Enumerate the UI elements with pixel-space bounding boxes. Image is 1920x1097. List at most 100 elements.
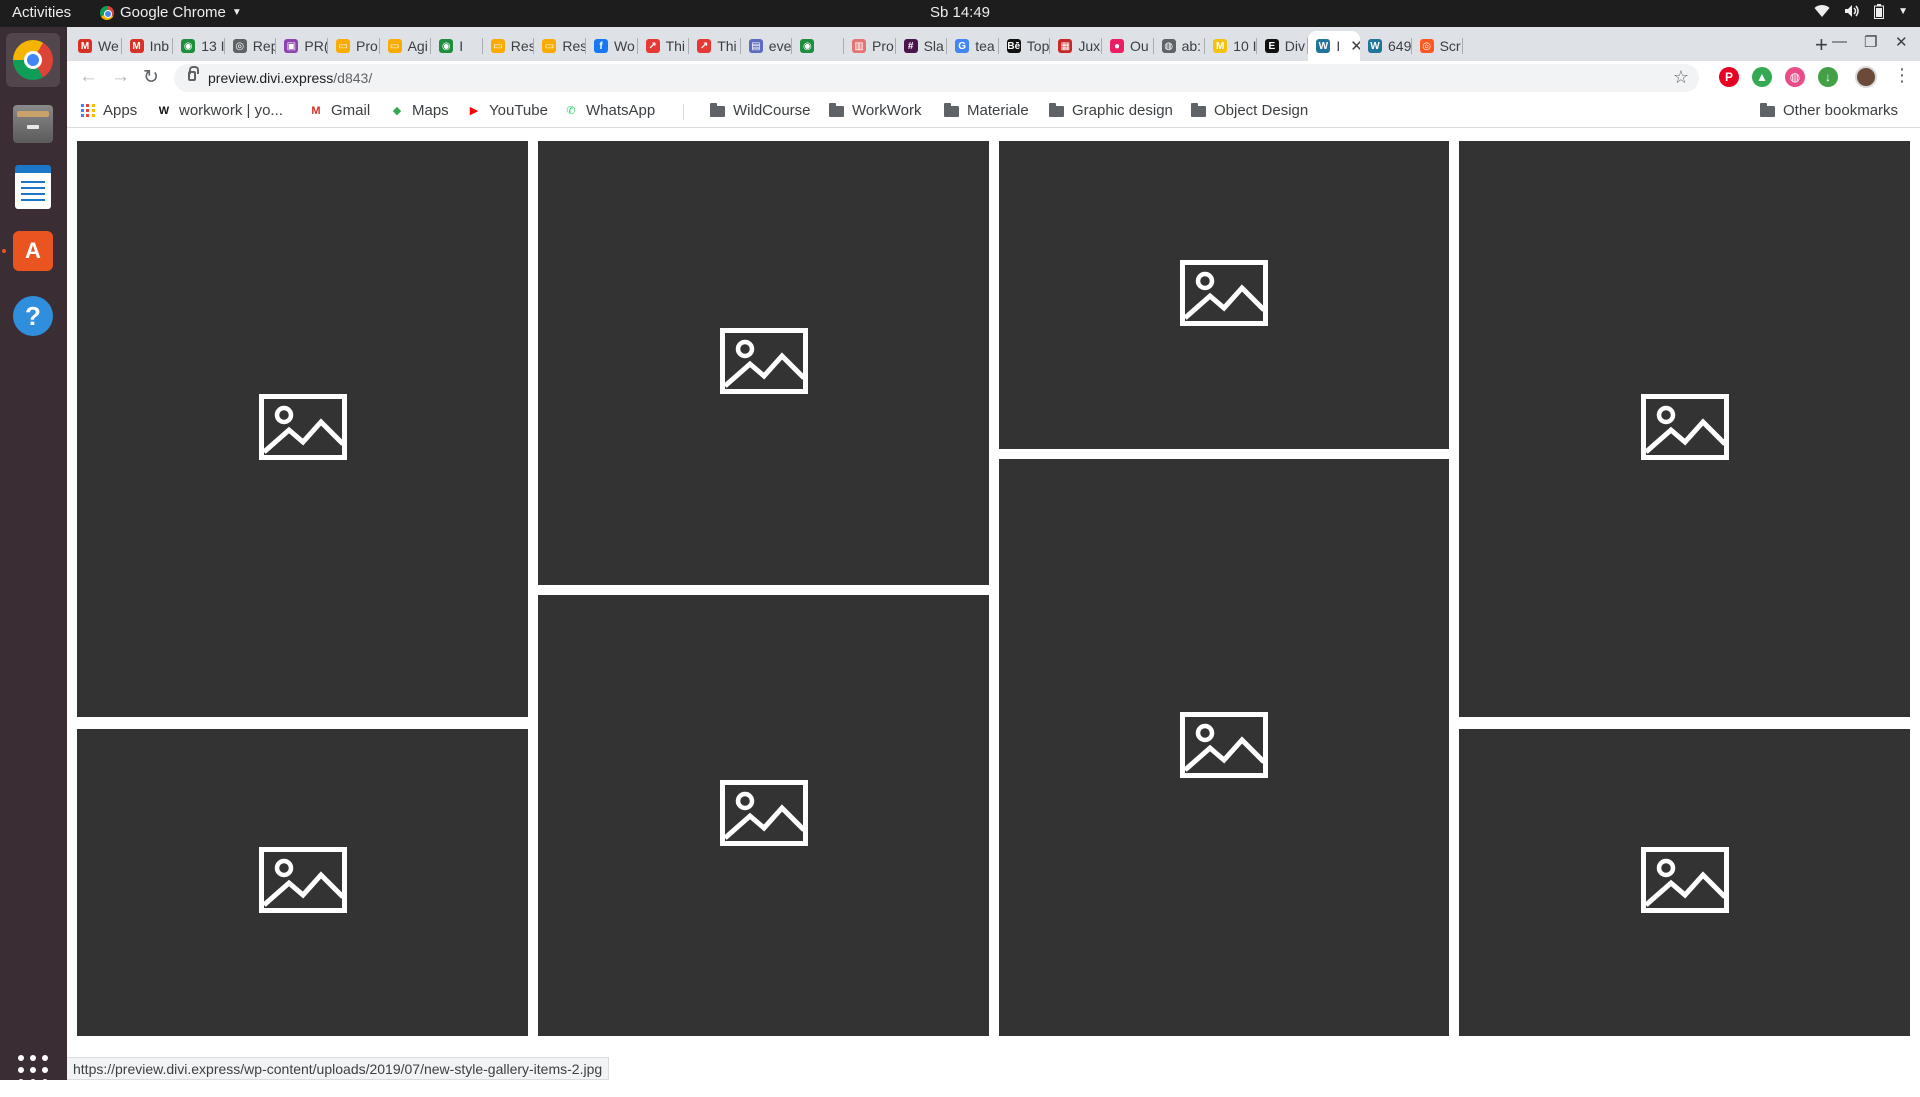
browser-tab[interactable]: ▥ Pro	[844, 31, 896, 61]
writer-icon	[15, 165, 51, 209]
gallery-item[interactable]	[538, 141, 989, 585]
bookmark-folder[interactable]: WorkWork	[829, 102, 921, 119]
bookmark-item[interactable]: ▶ YouTube	[467, 102, 548, 119]
other-bookmarks[interactable]: Other bookmarks	[1760, 102, 1898, 119]
browser-tab[interactable]: ▭ Res	[483, 31, 535, 61]
gallery-item[interactable]	[77, 729, 528, 1036]
system-tray[interactable]: ▼	[1814, 4, 1908, 22]
browser-tab[interactable]: Gtea	[947, 31, 999, 61]
tab-favicon-icon: ▭	[387, 39, 402, 53]
folder-icon	[1191, 103, 1206, 117]
tab-label: Thi	[717, 38, 737, 54]
tab-label: eve	[768, 38, 792, 54]
browser-tab[interactable]: ◎ Scr	[1412, 31, 1464, 61]
tab-label: Sla	[923, 38, 944, 54]
browser-tab[interactable]: ◉ 13 I	[173, 31, 225, 61]
dribbble-extension-icon[interactable]: ◍	[1785, 67, 1805, 87]
chrome-small-icon	[100, 5, 114, 20]
close-window-button[interactable]: ✕	[1895, 33, 1908, 51]
browser-tab[interactable]: ↗ Thi	[689, 31, 741, 61]
reload-button[interactable]: ↻	[143, 66, 159, 89]
tab-close-icon[interactable]: ✕	[1350, 37, 1360, 55]
browser-tab[interactable]: ▭ Res	[534, 31, 586, 61]
browser-tab[interactable]: ▭ Agi	[380, 31, 432, 61]
browser-tab[interactable]: # Sla	[896, 31, 948, 61]
dock-writer[interactable]	[6, 160, 60, 214]
clock[interactable]: Sb 14:49	[0, 4, 1920, 21]
bookmark-folder[interactable]: Graphic design	[1049, 102, 1173, 119]
gallery-item[interactable]	[1459, 729, 1910, 1036]
bookmark-folder[interactable]: WildCourse	[710, 102, 811, 119]
dock-software[interactable]: A	[6, 224, 60, 278]
tab-favicon-icon: ▭	[542, 39, 557, 53]
tab-favicon-icon: ◍	[1161, 39, 1176, 53]
browser-tab[interactable]: ▦ Jux	[1050, 31, 1102, 61]
browser-tab[interactable]: f Wo	[586, 31, 638, 61]
browser-tab[interactable]: ▭ Pro	[328, 31, 380, 61]
minimize-button[interactable]: —	[1832, 33, 1847, 50]
browser-tab[interactable]: ↗ Thi	[638, 31, 690, 61]
download-extension-icon[interactable]: ↓	[1818, 67, 1838, 87]
tab-label: Ou	[1130, 38, 1149, 54]
back-button[interactable]: ←	[79, 66, 98, 88]
tab-favicon-icon: ◉	[181, 39, 196, 53]
bookmark-item[interactable]: ◆ Maps	[390, 102, 449, 119]
dock-chrome[interactable]	[6, 33, 60, 87]
gallery-item[interactable]	[1459, 141, 1910, 717]
show-applications-button[interactable]	[6, 1043, 60, 1097]
tab-label: Res	[562, 38, 586, 54]
address-bar[interactable]: preview.divi.express/d843/ ☆	[174, 64, 1699, 92]
activities-button[interactable]: Activities	[12, 4, 71, 21]
browser-tab[interactable]: ▣ PR(	[276, 31, 328, 61]
browser-tab[interactable]: Bē Top	[999, 31, 1051, 61]
pinterest-extension-icon[interactable]: P	[1719, 67, 1739, 87]
tab-label: PR(	[304, 38, 328, 54]
dock-help[interactable]: ?	[6, 289, 60, 343]
gallery-item[interactable]	[999, 141, 1449, 449]
image-placeholder-icon	[258, 393, 347, 465]
gallery-item[interactable]	[77, 141, 528, 717]
browser-tab[interactable]: ◎ Rep	[225, 31, 277, 61]
app-menu[interactable]: Google Chrome ▼	[100, 4, 242, 21]
bookmark-folder[interactable]: Materiale	[944, 102, 1029, 119]
browser-tab[interactable]: M Inb	[122, 31, 174, 61]
chrome-menu-icon[interactable]: ⋮	[1893, 65, 1911, 86]
bookmark-item[interactable]: Wworkwork | yo...	[157, 102, 283, 119]
caret-down-icon: ▼	[231, 7, 242, 18]
help-icon: ?	[13, 296, 53, 336]
files-icon	[13, 105, 53, 143]
tab-favicon-icon: ◎	[232, 39, 247, 53]
wifi-icon	[1814, 4, 1830, 22]
browser-tab[interactable]: ◉	[792, 31, 844, 61]
browser-tab[interactable]: ● Ou	[1102, 31, 1154, 61]
browser-tab[interactable]: ◍ ab:	[1154, 31, 1206, 61]
bookmark-star-icon[interactable]: ☆	[1673, 67, 1689, 88]
browser-tab[interactable]: ▤ eve	[741, 31, 793, 61]
gallery-item[interactable]	[999, 459, 1449, 1036]
restore-button[interactable]: ❐	[1864, 33, 1877, 51]
tab-favicon-icon: E	[1264, 39, 1279, 53]
bookmark-apps[interactable]: Apps	[81, 102, 137, 119]
browser-tab[interactable]: W I ✕	[1308, 31, 1360, 61]
dock-files[interactable]	[6, 97, 60, 151]
browser-tab[interactable]: E Div	[1257, 31, 1309, 61]
folder-icon	[1049, 103, 1064, 117]
gallery-item[interactable]	[538, 595, 989, 1036]
url-text[interactable]: preview.divi.express/d843/	[208, 70, 372, 86]
browser-tab[interactable]: W 649	[1360, 31, 1412, 61]
new-tab-button[interactable]: +	[1815, 32, 1828, 58]
tab-label: Pro	[872, 38, 894, 54]
browser-tab[interactable]: M We	[70, 31, 122, 61]
bookmark-item[interactable]: M Gmail	[309, 102, 370, 119]
profile-avatar[interactable]	[1855, 66, 1877, 88]
tab-label: Agi	[407, 38, 428, 54]
browser-tab[interactable]: M 10 I	[1205, 31, 1257, 61]
battery-icon	[1874, 4, 1885, 22]
bookmark-separator	[683, 104, 684, 120]
bookmark-item[interactable]: ✆ WhatsApp	[564, 102, 655, 119]
browser-tab[interactable]: ◉ I	[431, 31, 483, 61]
tab-strip: M We M Inb ◉ 13 I ◎ Rep ▣ PR(▭ Pro ▭ Agi ◉ I ▭ Res ▭ Res f W…	[67, 27, 1920, 61]
bookmark-folder[interactable]: Object Design	[1191, 102, 1308, 119]
google-drive-extension-icon[interactable]: ▲	[1752, 67, 1772, 87]
forward-button[interactable]: →	[111, 66, 130, 88]
